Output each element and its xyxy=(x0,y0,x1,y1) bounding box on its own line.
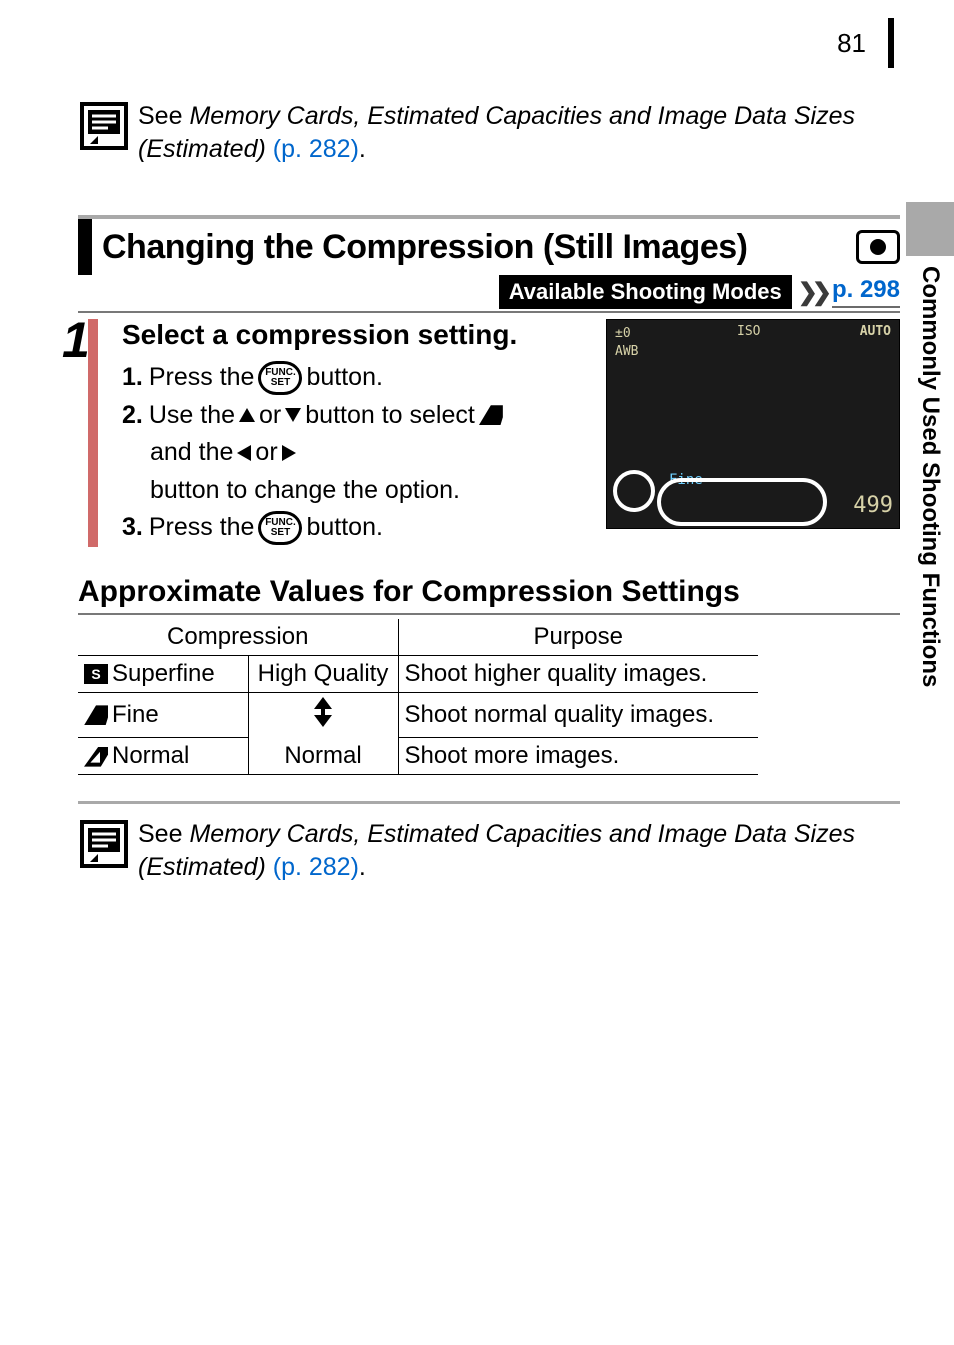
row1-purpose: Shoot higher quality images. xyxy=(398,655,758,692)
compression-icon xyxy=(479,405,503,425)
li3-num: 3. xyxy=(122,509,143,547)
th-purpose: Purpose xyxy=(398,619,758,656)
row1-label: Superfine xyxy=(112,660,215,687)
row3-name: Normal xyxy=(78,738,248,775)
down-arrow-icon xyxy=(285,408,301,422)
func-bot2: SET xyxy=(271,528,290,538)
section-title: Changing the Compression (Still Images) xyxy=(102,228,850,267)
up-arrow-icon xyxy=(239,408,255,422)
note-prefix: See xyxy=(138,102,189,130)
side-tab: Commonly Used Shooting Functions xyxy=(906,202,954,702)
compression-table: Compression Purpose SSuperfine High Qual… xyxy=(78,619,758,776)
row2-name: Fine xyxy=(78,692,248,738)
superfine-icon: S xyxy=(84,664,108,684)
li2-num: 2. xyxy=(122,397,143,435)
step-title: Select a compression setting. xyxy=(122,319,596,351)
camera-screenshot: ±0 ISO AWB AUTO Fine 499 xyxy=(606,319,900,529)
li2-f: button to change the option. xyxy=(150,472,460,510)
note-ref-title: Memory Cards, Estimated Capacities and I… xyxy=(138,102,855,163)
normal-icon xyxy=(84,747,108,767)
step-1-3: 3. Press the FUNC. SET button. xyxy=(122,509,596,547)
step-content: Select a compression setting. 1. Press t… xyxy=(108,319,900,547)
modes-label: Available Shooting Modes xyxy=(499,275,792,309)
note-bottom: See Memory Cards, Estimated Capacities a… xyxy=(78,801,900,883)
note-bottom-text: See Memory Cards, Estimated Capacities a… xyxy=(138,818,900,883)
row3-label: Normal xyxy=(112,742,189,769)
step-text: Select a compression setting. 1. Press t… xyxy=(122,319,596,547)
func-set-button-icon: FUNC. SET xyxy=(258,361,302,395)
up-down-arrow-icon xyxy=(314,697,332,727)
li1-num: 1. xyxy=(122,359,143,397)
step-1-1: 1. Press the FUNC. SET button. xyxy=(122,359,596,397)
li2-b: or xyxy=(259,397,281,435)
row1-quality: High Quality xyxy=(248,655,398,692)
note2-ref-title: Memory Cards, Estimated Capacities and I… xyxy=(138,820,855,881)
th-compression: Compression xyxy=(78,619,398,656)
note-ref-link[interactable]: (p. 282) xyxy=(266,135,359,163)
modes-bar: Available Shooting Modes ❯❯ p. 298 xyxy=(78,275,900,313)
row1-name: SSuperfine xyxy=(78,655,248,692)
note-top: See Memory Cards, Estimated Capacities a… xyxy=(78,100,900,165)
note-suffix: . xyxy=(359,135,366,163)
chevrons-icon: ❯❯ xyxy=(798,278,826,307)
func-set-button-icon: FUNC. SET xyxy=(258,511,302,545)
step-1-2b: and the or button to change the option. xyxy=(122,434,596,509)
hud-iso: ISO xyxy=(737,324,760,339)
step-num-col: 1 xyxy=(78,319,108,547)
li2-c: button to select xyxy=(305,397,475,435)
li3-b: button. xyxy=(306,509,382,547)
li2-e: or xyxy=(255,434,277,472)
row2-purpose: Shoot normal quality images. xyxy=(398,692,758,738)
page: 81 Commonly Used Shooting Functions See … xyxy=(0,0,954,1345)
page-number-wrap: 81 xyxy=(837,18,900,68)
right-arrow-icon xyxy=(282,445,296,461)
row2-label: Fine xyxy=(112,701,159,728)
page-number-rule xyxy=(888,18,894,68)
reference-icon xyxy=(78,818,138,883)
row3-purpose: Shoot more images. xyxy=(398,738,758,775)
hud-auto: AUTO xyxy=(860,324,891,339)
modes-link[interactable]: p. 298 xyxy=(832,276,900,308)
screenshot-count: 499 xyxy=(853,493,893,518)
note2-ref-link[interactable]: (p. 282) xyxy=(266,853,359,881)
highlight-circle-small xyxy=(613,470,655,512)
li3-a: Press the xyxy=(149,509,255,547)
li2-d: and the xyxy=(150,434,233,472)
li1-b: button. xyxy=(306,359,382,397)
fine-icon xyxy=(84,705,108,725)
side-tab-label: Commonly Used Shooting Functions xyxy=(906,256,944,687)
hud-ev: ±0 xyxy=(615,326,631,341)
reference-icon xyxy=(78,100,138,157)
section-header: Changing the Compression (Still Images) xyxy=(78,215,900,275)
section-bar xyxy=(78,219,92,275)
li1-a: Press the xyxy=(149,359,255,397)
hud-awb: AWB xyxy=(615,344,638,359)
camera-mode-icon xyxy=(856,230,900,264)
step-1: 1 Select a compression setting. 1. Press… xyxy=(78,319,900,547)
row2-quality xyxy=(248,692,398,738)
side-tab-marker xyxy=(906,202,954,256)
func-bot: SET xyxy=(271,378,290,388)
step-1-2: 2. Use the or button to select xyxy=(122,397,596,435)
row3-quality: Normal xyxy=(248,738,398,775)
note-top-text: See Memory Cards, Estimated Capacities a… xyxy=(138,100,900,165)
step-number: 1 xyxy=(62,311,90,369)
left-arrow-icon xyxy=(237,445,251,461)
note2-prefix: See xyxy=(138,820,189,848)
note2-suffix: . xyxy=(359,853,366,881)
section: Changing the Compression (Still Images) … xyxy=(78,215,900,883)
li2-a: Use the xyxy=(149,397,235,435)
table-heading: Approximate Values for Compression Setti… xyxy=(78,575,900,615)
highlight-circle-big xyxy=(657,478,827,526)
page-number: 81 xyxy=(837,28,870,59)
